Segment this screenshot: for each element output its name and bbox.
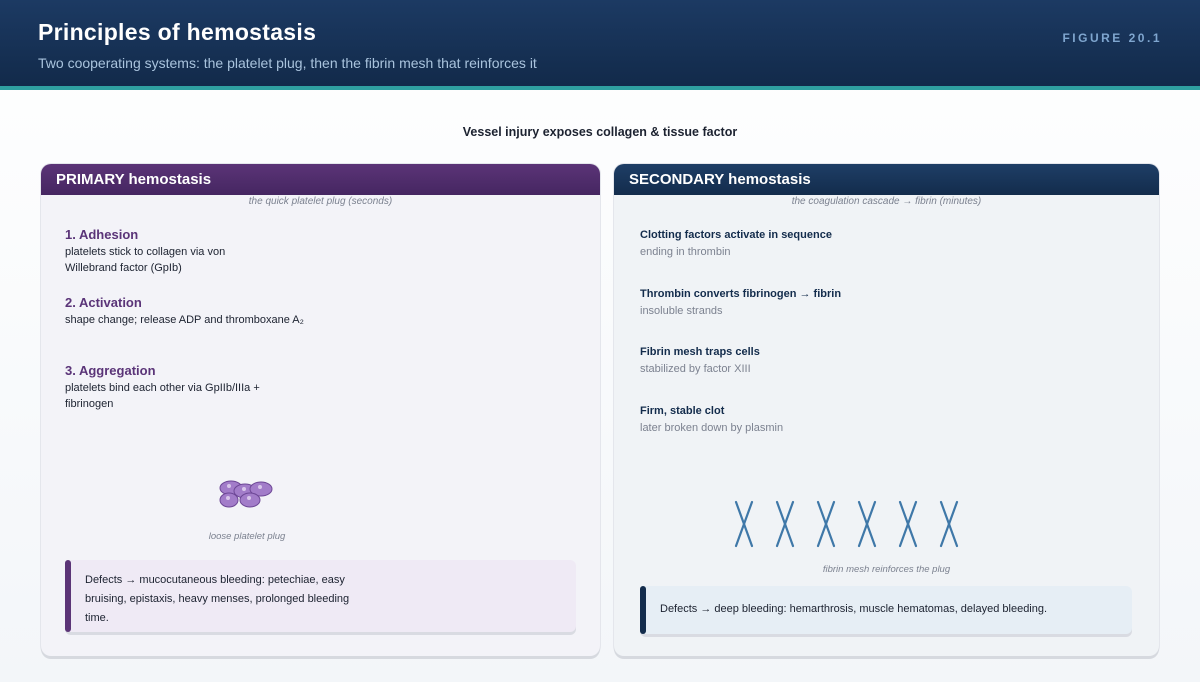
cascade-step-heading: Clotting factors activate in sequence (640, 229, 832, 241)
callout-accent-bar (640, 586, 646, 634)
mesh-caption: fibrin mesh reinforces the plug (822, 564, 951, 575)
primary-step-heading: 1. Adhesion (65, 227, 139, 242)
primary-subtitle: the quick platelet plug (seconds) (248, 196, 393, 207)
cascade-step-detail: stabilized by factor XIII (640, 363, 751, 375)
primary-step-body: platelets stick to collagen via von Will… (65, 246, 226, 274)
primary-defects-callout: Defects → mucocutaneous bleeding: petech… (65, 560, 576, 632)
secondary-panel-header: SECONDARY hemostasis (614, 164, 1159, 195)
primary-panel-header: PRIMARY hemostasis (41, 164, 600, 195)
header-banner: Principles of hemostasis Two cooperating… (0, 0, 1200, 90)
secondary-title: SECONDARY hemostasis (629, 171, 811, 188)
secondary-defects-text: Defects → deep bleeding: hemarthrosis, m… (660, 603, 1048, 615)
primary-panel: PRIMARY hemostasis the quick platelet pl… (41, 164, 600, 656)
primary-title: PRIMARY hemostasis (56, 171, 212, 188)
secondary-panel: SECONDARY hemostasis the coagulation cas… (614, 164, 1159, 656)
cascade-step-heading: Thrombin converts fibrinogen → fibrin (640, 288, 842, 300)
cascade-step-heading: Firm, stable clot (640, 405, 725, 417)
primary-defects-text: Defects → mucocutaneous bleeding: petech… (85, 574, 350, 624)
figure-label: FIGURE 20.1 (1062, 31, 1162, 45)
page-subtitle: Two cooperating systems: the platelet pl… (38, 55, 537, 71)
plug-caption: loose platelet plug (208, 531, 286, 542)
primary-step-heading: 2. Activation (65, 295, 142, 310)
secondary-defects-callout: Defects → deep bleeding: hemarthrosis, m… (640, 586, 1132, 634)
callout-accent-bar (65, 560, 71, 632)
cascade-step-detail: later broken down by plasmin (640, 422, 784, 434)
page-title: Principles of hemostasis (38, 19, 317, 45)
primary-step-body: platelets bind each other via GpIIb/IIIa… (65, 382, 260, 410)
platelet-plug-illustration (219, 480, 273, 508)
trigger-text: Vessel injury exposes collagen & tissue … (462, 125, 738, 139)
primary-step-body: shape change; release ADP and thromboxan… (65, 314, 304, 326)
cascade-step-heading: Fibrin mesh traps cells (640, 346, 760, 358)
secondary-subtitle: the coagulation cascade → fibrin (minute… (791, 196, 982, 207)
fibrin-mesh-illustration (734, 500, 959, 548)
cascade-step-detail: insoluble strands (640, 305, 723, 317)
cascade-step-detail: ending in thrombin (640, 246, 731, 258)
primary-step-heading: 3. Aggregation (65, 363, 156, 378)
